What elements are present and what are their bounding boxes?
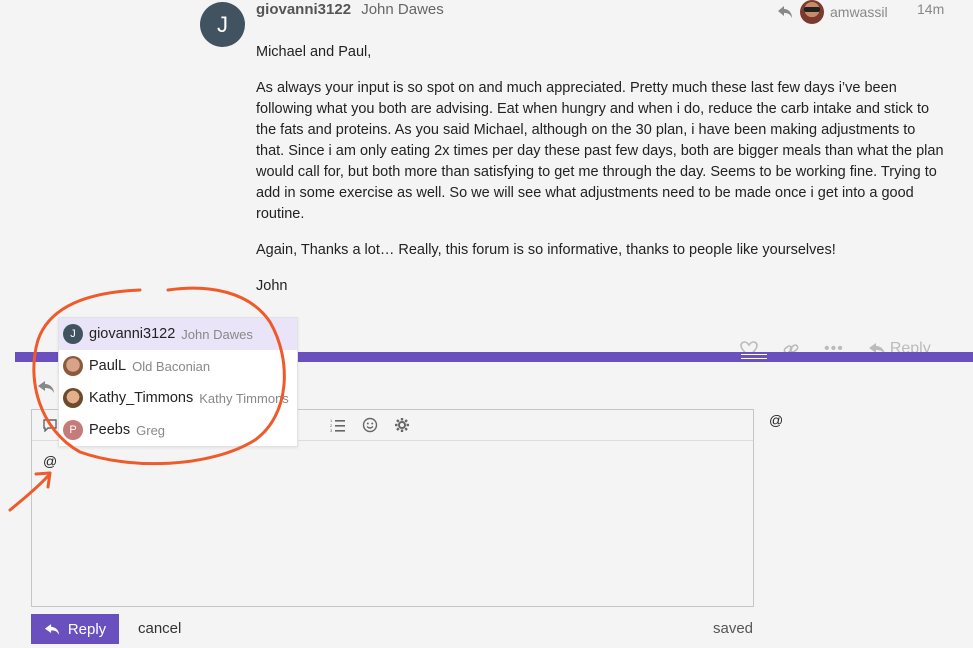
autocomplete-item[interactable]: PaulL Old Baconian: [59, 350, 297, 382]
user-avatar: J: [63, 324, 83, 344]
autocomplete-username: Peebs: [89, 422, 131, 438]
reply-to-tab[interactable]: amwassil: [776, 0, 888, 24]
user-avatar: P: [63, 420, 83, 440]
reply-arrow-icon: [44, 623, 59, 635]
autocomplete-name: Greg: [136, 422, 166, 438]
autocomplete-item[interactable]: Kathy_Timmons Kathy Timmons: [59, 382, 297, 414]
autocomplete-item[interactable]: P Peebs Greg: [59, 414, 297, 446]
quote-icon[interactable]: [42, 418, 58, 432]
reply-to-avatar: [800, 0, 824, 24]
numbered-list-icon[interactable]: 1 2 3: [330, 418, 346, 432]
user-avatar: [63, 356, 83, 376]
post: J giovanni3122 John Dawes amwassil 14m M…: [0, 0, 973, 360]
poster-full-name: John Dawes: [361, 1, 444, 18]
reply-to-username: amwassil: [830, 4, 888, 20]
post-paragraph: As always your input is so spot on and m…: [256, 80, 944, 222]
post-body: Michael and Paul, As always your input i…: [256, 42, 946, 312]
autocomplete-name: John Dawes: [181, 326, 253, 342]
composer-action-icon[interactable]: [37, 380, 55, 394]
grippie-handle[interactable]: [741, 354, 767, 359]
mention-autocomplete: J giovanni3122 John Dawes PaulL Old Baco…: [58, 317, 298, 447]
autocomplete-username: Kathy_Timmons: [89, 390, 194, 406]
post-paragraph: Again, Thanks a lot… Really, this forum …: [256, 242, 836, 258]
poster-names: giovanni3122 John Dawes: [256, 1, 444, 18]
cancel-link[interactable]: cancel: [138, 620, 181, 637]
preview-pane: @: [769, 412, 784, 428]
autocomplete-name: Old Baconian: [132, 358, 211, 374]
reply-arrow-icon: [778, 6, 792, 18]
autocomplete-name: Kathy Timmons: [199, 390, 289, 406]
svg-text:3: 3: [330, 428, 333, 432]
emoji-icon[interactable]: [362, 417, 378, 433]
poster-username[interactable]: giovanni3122: [256, 1, 351, 18]
post-paragraph: John: [256, 278, 288, 294]
autocomplete-username: giovanni3122: [89, 326, 176, 342]
submit-reply-label: Reply: [67, 620, 107, 638]
submit-reply-button[interactable]: Reply: [31, 614, 119, 644]
autocomplete-item[interactable]: J giovanni3122 John Dawes: [59, 318, 297, 350]
save-status: saved: [713, 620, 754, 637]
poster-avatar[interactable]: J: [200, 2, 245, 47]
autocomplete-username: PaulL: [89, 358, 127, 374]
post-paragraph: Michael and Paul,: [256, 44, 372, 60]
gear-icon[interactable]: [394, 417, 410, 433]
user-avatar: [63, 388, 83, 408]
reply-textarea[interactable]: @: [43, 453, 57, 469]
post-time[interactable]: 14m: [917, 1, 944, 17]
